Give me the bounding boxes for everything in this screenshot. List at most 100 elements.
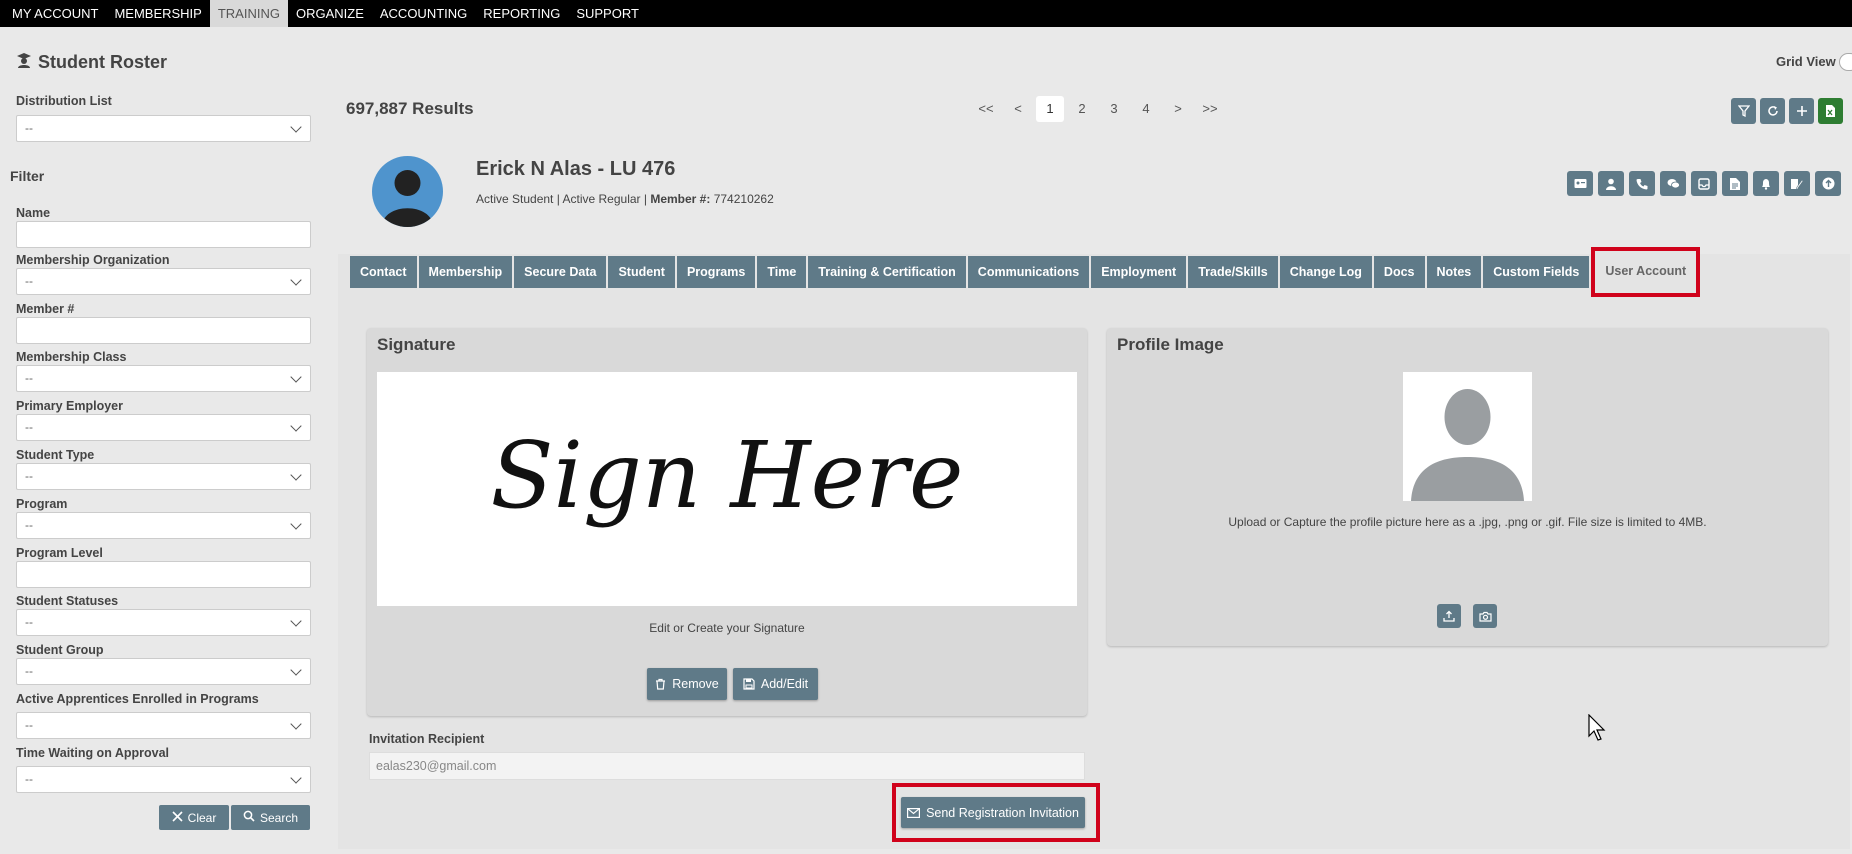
page-last[interactable]: >>: [1196, 96, 1224, 122]
search-button[interactable]: Search: [231, 805, 310, 830]
page-2[interactable]: 2: [1068, 96, 1096, 122]
upload-icon: [1443, 610, 1455, 622]
excel-icon: [1826, 105, 1835, 117]
tab-employment[interactable]: Employment: [1091, 256, 1187, 288]
edit-note-button[interactable]: [1784, 171, 1810, 196]
refresh-button[interactable]: [1760, 98, 1785, 124]
save-icon: [743, 678, 755, 690]
profile-image-placeholder[interactable]: [1403, 372, 1532, 501]
document-button[interactable]: [1722, 171, 1748, 196]
search-icon: [243, 810, 255, 825]
member-number-input[interactable]: [16, 317, 311, 344]
page-first[interactable]: <<: [972, 96, 1000, 122]
results-count: 697,887 Results: [346, 99, 474, 118]
signature-pad[interactable]: Sign Here: [377, 372, 1077, 606]
upload-image-button[interactable]: [1437, 604, 1461, 628]
add-edit-signature-button[interactable]: Add/Edit: [733, 668, 818, 700]
signature-caption: Edit or Create your Signature: [649, 621, 805, 635]
nav-membership[interactable]: MEMBERSHIP: [106, 0, 209, 27]
member-status: Active Student | Active Regular | Member…: [476, 192, 774, 206]
remove-signature-button[interactable]: Remove: [647, 668, 727, 700]
program-select[interactable]: --: [16, 512, 311, 539]
name-input[interactable]: [16, 221, 311, 248]
mouse-cursor-icon: [1588, 713, 1608, 745]
program-level-input[interactable]: [16, 561, 311, 588]
filter-label-membership-organization: Membership Organization: [16, 253, 170, 267]
page-1[interactable]: 1: [1036, 96, 1064, 122]
plus-icon: [1796, 106, 1807, 116]
student-group-select[interactable]: --: [16, 658, 311, 685]
filter-label-membership-class: Membership Class: [16, 350, 127, 364]
member-number-label: Member #:: [650, 192, 711, 206]
filter-label-active-apprentices: Active Apprentices Enrolled in Programs: [16, 692, 259, 706]
tab-secure-data[interactable]: Secure Data: [514, 256, 607, 288]
refresh-icon: [1767, 106, 1778, 116]
tab-training-certification[interactable]: Training & Certification: [808, 256, 966, 288]
page-title: Student Roster: [16, 52, 167, 73]
profile-button[interactable]: [1598, 171, 1624, 196]
tab-custom-fields[interactable]: Custom Fields: [1483, 256, 1590, 288]
add-button[interactable]: [1789, 98, 1814, 124]
export-excel-button[interactable]: [1818, 98, 1843, 124]
search-button-label: Search: [259, 810, 299, 825]
capture-image-button[interactable]: [1473, 604, 1497, 628]
call-button[interactable]: [1629, 171, 1655, 196]
tab-student[interactable]: Student: [608, 256, 675, 288]
inbox-button[interactable]: [1691, 171, 1717, 196]
grid-view-toggle[interactable]: [1839, 53, 1852, 71]
member-avatar: [372, 156, 443, 227]
send-label: Send Registration Invitation: [926, 805, 1079, 820]
page-3[interactable]: 3: [1100, 96, 1128, 122]
filter-label-name: Name: [16, 206, 51, 220]
student-type-select[interactable]: --: [16, 463, 311, 490]
nav-my-account[interactable]: MY ACCOUNT: [4, 0, 106, 27]
tab-notes[interactable]: Notes: [1426, 256, 1482, 288]
membership-class-select[interactable]: --: [16, 365, 311, 392]
tab-time[interactable]: Time: [757, 256, 807, 288]
distribution-list-select[interactable]: --: [16, 115, 311, 142]
tab-user-account[interactable]: User Account: [1591, 247, 1701, 297]
membership-organization-select[interactable]: --: [16, 268, 311, 295]
page-prev[interactable]: <: [1004, 96, 1032, 122]
student-statuses-select[interactable]: --: [16, 609, 311, 636]
send-registration-invitation-button[interactable]: Send Registration Invitation: [901, 797, 1085, 828]
nav-training[interactable]: TRAINING: [209, 0, 288, 27]
filter-label-primary-employer: Primary Employer: [16, 399, 123, 413]
tab-programs[interactable]: Programs: [676, 256, 756, 288]
filter-button[interactable]: [1731, 98, 1756, 124]
primary-employer-select[interactable]: --: [16, 414, 311, 441]
page-4[interactable]: 4: [1132, 96, 1160, 122]
nav-organize[interactable]: ORGANIZE: [288, 0, 372, 27]
chat-button[interactable]: [1660, 171, 1686, 196]
filter-heading: Filter: [10, 168, 45, 184]
clear-button[interactable]: Clear: [159, 805, 229, 830]
nav-accounting[interactable]: ACCOUNTING: [372, 0, 475, 27]
tab-membership[interactable]: Membership: [418, 256, 513, 288]
time-waiting-select[interactable]: --: [16, 766, 311, 793]
filter-icon: [1737, 105, 1750, 117]
upload-button[interactable]: [1815, 171, 1841, 196]
tab-docs[interactable]: Docs: [1373, 256, 1425, 288]
filter-label-program: Program: [16, 497, 68, 511]
tab-change-log[interactable]: Change Log: [1279, 256, 1372, 288]
tab-bar: Contact Membership Secure Data Student P…: [350, 247, 1701, 297]
clear-button-label: Clear: [187, 810, 217, 825]
tab-communications[interactable]: Communications: [967, 256, 1090, 288]
nav-reporting[interactable]: REPORTING: [475, 0, 568, 27]
nav-support[interactable]: SUPPORT: [568, 0, 647, 27]
page-next[interactable]: >: [1164, 96, 1192, 122]
filter-label-student-group: Student Group: [16, 643, 104, 657]
signature-title: Signature: [377, 335, 456, 354]
camera-icon: [1478, 611, 1492, 622]
tab-trade-skills[interactable]: Trade/Skills: [1188, 256, 1278, 288]
tab-contact[interactable]: Contact: [350, 256, 417, 288]
active-apprentices-select[interactable]: --: [16, 712, 311, 739]
invitation-recipient-input[interactable]: ealas230@gmail.com: [369, 752, 1085, 780]
notification-button[interactable]: [1753, 171, 1779, 196]
filter-label-program-level: Program Level: [16, 546, 103, 560]
person-silhouette-icon: [1411, 389, 1524, 501]
document-icon: [1730, 177, 1740, 190]
member-number: 774210262: [710, 192, 774, 206]
id-card-button[interactable]: [1567, 171, 1593, 196]
remove-label: Remove: [672, 677, 719, 691]
